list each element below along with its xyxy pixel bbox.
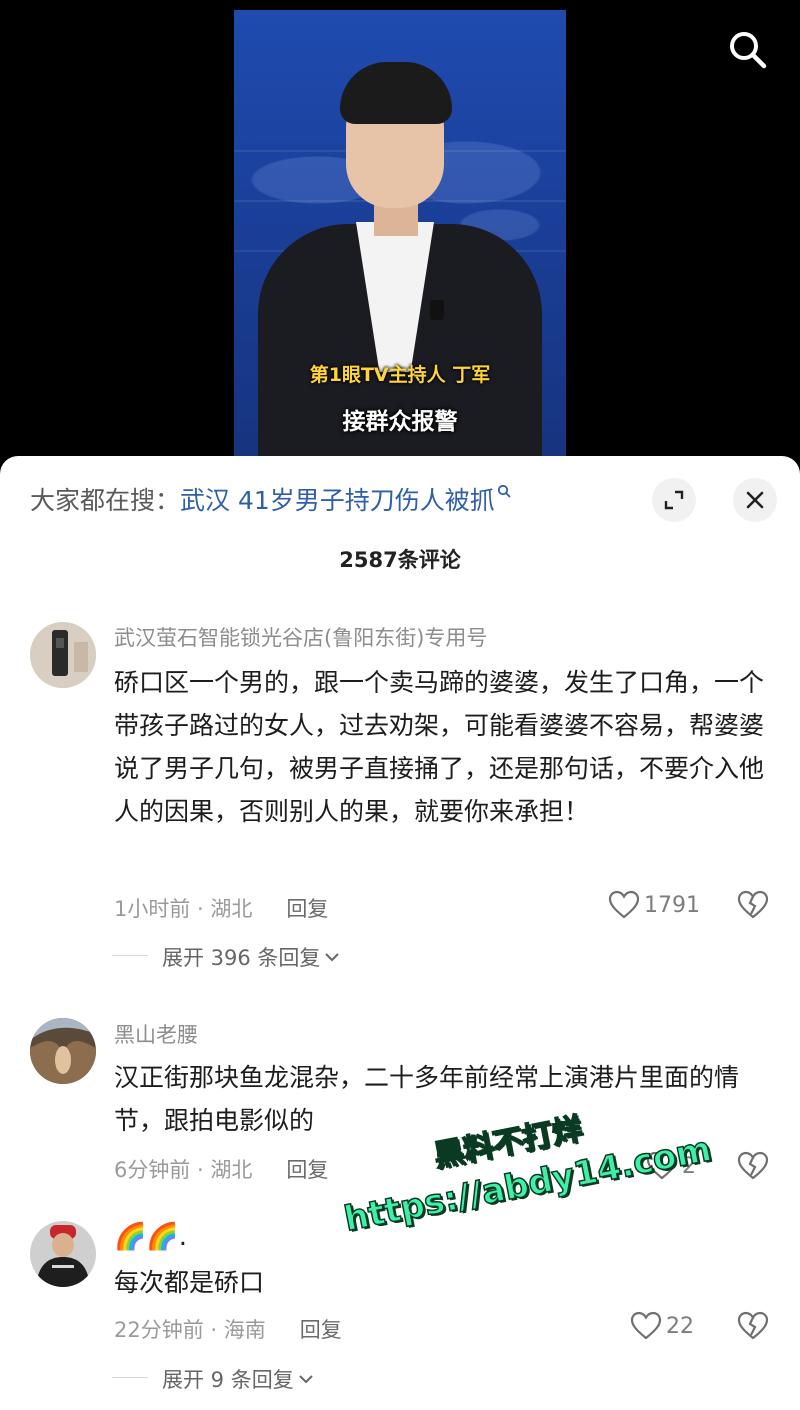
expand-replies-button[interactable]: 展开 9 条回复 (112, 1364, 314, 1394)
video-player[interactable]: 第1眼TV主持人 丁军 接群众报警 (0, 0, 800, 470)
like-count: 2 (682, 1153, 696, 1179)
heart-icon (646, 1151, 678, 1180)
comment-username[interactable]: 黑山老腰 (114, 1019, 198, 1049)
expand-replies-label: 展开 9 条回复 (162, 1368, 294, 1392)
avatar[interactable] (30, 622, 96, 688)
dislike-button[interactable] (737, 1311, 769, 1341)
reply-button[interactable]: 回复 (300, 1314, 342, 1344)
comment-meta: 1小时前 · 湖北 回复 (114, 893, 328, 923)
comment-time-location: 6分钟前 · 湖北 (114, 1158, 253, 1182)
video-caption-subtitle: 接群众报警 (342, 409, 458, 435)
dislike-button[interactable] (737, 890, 769, 920)
like-count: 1791 (644, 892, 700, 918)
close-comments-button[interactable] (733, 478, 777, 522)
comment-count-title: 2587条评论 (339, 548, 461, 572)
like-button[interactable]: 2 (646, 1151, 696, 1181)
like-button[interactable]: 1791 (608, 890, 700, 920)
comment-text: 每次都是硚口 (114, 1268, 265, 1297)
comment-username[interactable]: 武汉萤石智能锁光谷店(鲁阳东街)专用号 (114, 622, 487, 652)
broken-heart-icon (737, 890, 769, 919)
trending-search-link[interactable]: 武汉 41岁男子持刀伤人被抓 (180, 481, 495, 517)
chevron-down-icon (299, 1375, 313, 1384)
avatar[interactable] (30, 1221, 96, 1287)
like-button[interactable]: 22 (630, 1311, 694, 1341)
chevron-down-icon (325, 953, 340, 962)
search-small-icon (497, 484, 511, 502)
reply-button[interactable]: 回复 (286, 893, 328, 923)
comment-meta: 6分钟前 · 湖北 回复 (114, 1154, 328, 1184)
divider-line (112, 1377, 148, 1378)
reply-button[interactable]: 回复 (286, 1154, 328, 1184)
broken-heart-icon (737, 1151, 769, 1180)
news-anchor-figure (234, 10, 566, 470)
expand-replies-button[interactable]: 展开 396 条回复 (112, 942, 340, 972)
comment-text: 汉正街那块鱼龙混杂，二十多年前经常上演港片里面的情节，跟拍电影似的 (114, 1063, 740, 1135)
anchor-hair (340, 62, 452, 124)
like-count: 22 (666, 1313, 694, 1339)
divider-line (112, 955, 148, 956)
comment-meta: 22分钟前 · 海南 回复 (114, 1314, 342, 1344)
expand-icon (664, 490, 684, 510)
close-icon (746, 491, 764, 509)
heart-icon (630, 1311, 662, 1340)
broken-heart-icon (737, 1311, 769, 1340)
lapel-mic (430, 300, 444, 320)
video-caption-presenter: 第1眼TV主持人 丁军 (309, 364, 491, 386)
fullscreen-comments-button[interactable] (652, 478, 696, 522)
comment-time-location: 22分钟前 · 海南 (114, 1318, 266, 1342)
video-frame[interactable]: 第1眼TV主持人 丁军 接群众报警 (234, 10, 566, 470)
dislike-button[interactable] (737, 1151, 769, 1181)
comment-sheet: 大家都在搜： 武汉 41岁男子持刀伤人被抓 2587条评论 武汉萤石智能锁光谷店… (0, 456, 800, 1410)
comment-text: 硚口区一个男的，跟一个卖马蹄的婆婆，发生了口角，一个带孩子路过的女人，过去劝架，… (114, 668, 765, 826)
search-icon (730, 32, 767, 69)
comment-time-location: 1小时前 · 湖北 (114, 897, 253, 921)
expand-replies-label: 展开 396 条回复 (162, 946, 321, 970)
comment-username[interactable]: 🌈🌈. (114, 1222, 187, 1252)
heart-icon (608, 890, 640, 919)
trending-search-prefix: 大家都在搜： (30, 486, 181, 515)
avatar[interactable] (30, 1018, 96, 1084)
trending-search-bar: 大家都在搜： 武汉 41岁男子持刀伤人被抓 (30, 482, 511, 516)
search-button[interactable] (726, 28, 770, 72)
